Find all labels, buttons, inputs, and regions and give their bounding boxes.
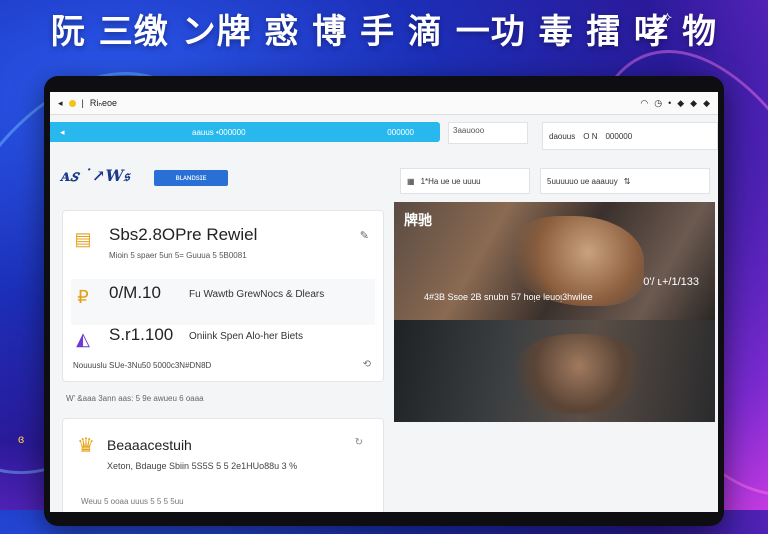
item-subtitle: Mioin 5 spaer 5un 5= Guuua 5 5B0081 bbox=[109, 251, 247, 260]
tab-bar[interactable]: ◂ aauus •000000 000000 bbox=[50, 122, 440, 142]
card-subtitle: Xeton, Bdauge Sbiin 5S5S 5 5 2e1HUo88u 3… bbox=[107, 461, 298, 471]
diamond-icon[interactable]: ◆ bbox=[703, 98, 710, 109]
search-right[interactable]: 5uuuuuo ue aaauuy ⇅ bbox=[540, 168, 710, 194]
item-title: S.r1.100 bbox=[109, 325, 174, 344]
refresh-icon[interactable]: ↻ bbox=[355, 437, 363, 448]
chart-icon: ◭ bbox=[76, 329, 90, 349]
list-item[interactable]: ₽ 0/M.10 Fu Wawtb GrewNocs & Dlears bbox=[71, 279, 375, 325]
titlebar-icons: ◠ ◷ • ◆ ◆ ◆ bbox=[640, 98, 710, 109]
media-bottom-image bbox=[394, 320, 715, 422]
search-left-text: 1*Ha ue ue uuuu bbox=[420, 176, 481, 186]
media-top-image bbox=[394, 202, 715, 320]
app-screen: ◂ | Riₙeoe ◠ ◷ • ◆ ◆ ◆ ◂ aauus •000000 0… bbox=[50, 92, 718, 512]
card-footer: Weuu 5 ooaa uuus 5 5 5 5uu bbox=[81, 497, 184, 506]
app-name: Riₙeoe bbox=[89, 97, 117, 108]
back-icon[interactable]: ◂ bbox=[58, 98, 63, 109]
dot-icon[interactable]: • bbox=[668, 98, 671, 109]
media-panel[interactable]: 牌驰 0'/ ʟ+/1/133 4#3B Ssoe 2B snubn 57 ho… bbox=[394, 202, 715, 422]
bottom-left-glyph-icon: ɞ bbox=[18, 432, 25, 446]
media-title: 牌驰 bbox=[404, 212, 432, 228]
middle-text-line: W' &aaa 3ann aas: 5 9e awueu 6 oaaa bbox=[66, 394, 204, 403]
clock-icon[interactable]: ◷ bbox=[654, 98, 662, 109]
sort-icon[interactable]: ⇅ bbox=[624, 177, 631, 186]
media-caption: 4#3B Ssoe 2B snubn 57 hoᴉe leuoᴉ3hwilee bbox=[424, 292, 593, 302]
divider-icon: | bbox=[81, 98, 84, 108]
wifi-icon[interactable]: ◠ bbox=[640, 98, 648, 109]
item-title: Sbs2.8OPre Rewiel bbox=[109, 225, 258, 244]
item-desc: Fu Wawtb GrewNocs & Dlears bbox=[189, 289, 325, 300]
banner-headline: 阮 三缴 ン牌 惑 博 手 滴 一功 毒 擂 哮 物 bbox=[50, 12, 718, 52]
trophy-icon: ♛ bbox=[77, 435, 95, 457]
document-icon: ▤ bbox=[74, 229, 92, 249]
list-item[interactable]: ◭ S.r1.100 Oniink Spen Alo-her Biets Nou… bbox=[71, 321, 375, 370]
diamond-icon[interactable]: ◆ bbox=[677, 98, 684, 109]
top-right-left: daouus bbox=[549, 131, 576, 141]
link-icon[interactable]: ⟲ bbox=[363, 359, 371, 370]
top-small-box[interactable]: 3aauooo bbox=[448, 122, 528, 144]
image-subject bbox=[514, 334, 644, 414]
coin-icon: ₽ bbox=[77, 287, 89, 307]
toolbar-row: ◂ aauus •000000 000000 3aauooo daouus O … bbox=[50, 122, 718, 150]
top-right-mid: O N bbox=[583, 131, 598, 141]
achievement-card[interactable]: ♛ Beaaacestuih Xeton, Bdauge Sbiin 5S5S … bbox=[62, 418, 384, 512]
window-titlebar: ◂ | Riₙeoe ◠ ◷ • ◆ ◆ ◆ bbox=[50, 92, 718, 115]
item-desc: Oniink Spen Alo-her Biets bbox=[189, 331, 303, 342]
status-dot-icon bbox=[68, 99, 76, 107]
search-right-text: 5uuuuuo ue aaauuy bbox=[547, 176, 618, 186]
search-left[interactable]: ▦ 1*Ha ue ue uuuu bbox=[400, 168, 530, 194]
item-footer: Nouuuslu SUe-3Nu50 5000c3N#DN8D bbox=[73, 361, 212, 370]
tab-right-label[interactable]: 000000 bbox=[387, 128, 414, 137]
card-title: Beaaacestuih bbox=[107, 437, 192, 453]
diamond-icon[interactable]: ◆ bbox=[690, 98, 697, 109]
top-right-right: 000000 bbox=[605, 131, 633, 141]
calendar-icon: ▦ bbox=[407, 176, 415, 186]
sparkle-icon: ⟡ bbox=[662, 8, 672, 24]
list-item[interactable]: ▤ Sbs2.8OPre Rewiel Mioin 5 spaer 5un 5=… bbox=[71, 221, 375, 267]
brand-logo: ᴀ𝑠 ˙↗W𝔰 bbox=[60, 166, 130, 185]
brand-chip: ʙʟᴀɴᴅsɪᴇ bbox=[154, 170, 228, 186]
tab-left-label[interactable]: aauus •000000 bbox=[192, 128, 246, 137]
top-right-box[interactable]: daouus O N 000000 bbox=[542, 122, 718, 150]
list-card: ▤ Sbs2.8OPre Rewiel Mioin 5 spaer 5un 5=… bbox=[62, 210, 384, 382]
item-title: 0/M.10 bbox=[109, 283, 161, 302]
edit-icon[interactable]: ✎ bbox=[360, 229, 369, 242]
media-time: 0'/ ʟ+/1/133 bbox=[643, 276, 699, 288]
tab-arrow-icon[interactable]: ◂ bbox=[60, 127, 65, 138]
